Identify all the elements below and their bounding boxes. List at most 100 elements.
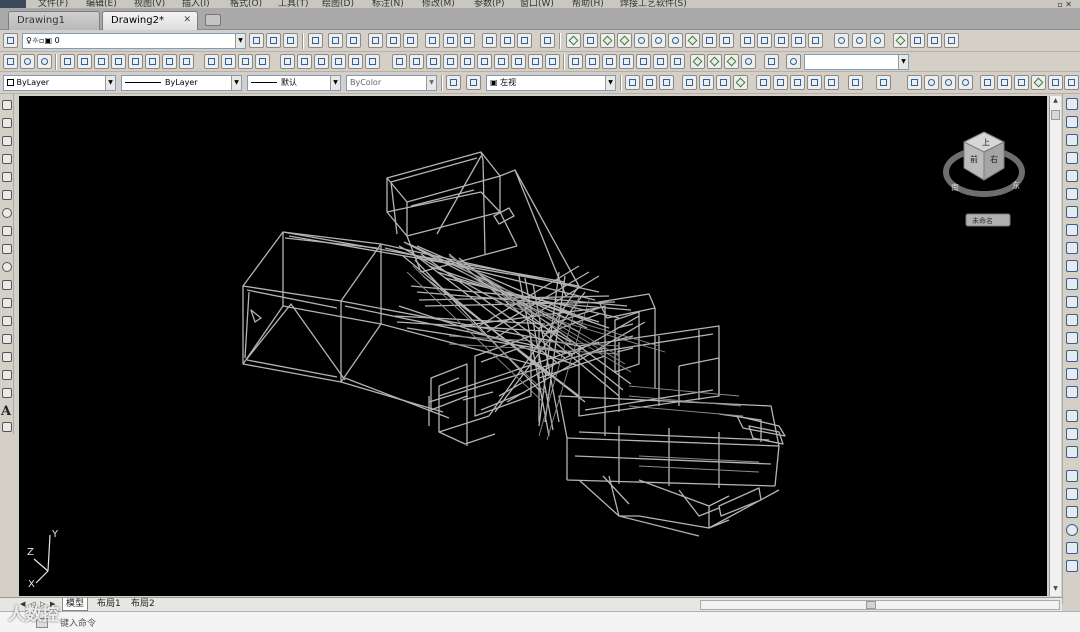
pan-icon[interactable] bbox=[907, 75, 922, 90]
ucs-view-icon[interactable] bbox=[365, 54, 380, 69]
chevron-down-icon[interactable]: ▼ bbox=[231, 76, 241, 90]
plot-icon[interactable] bbox=[682, 75, 697, 90]
view-manager-icon[interactable] bbox=[446, 75, 461, 90]
dim-radius-icon[interactable] bbox=[386, 33, 401, 48]
undo-icon[interactable] bbox=[848, 75, 863, 90]
design-center-icon[interactable] bbox=[997, 75, 1012, 90]
block-editor-icon[interactable] bbox=[824, 75, 839, 90]
menu-edit[interactable]: 编辑(E) bbox=[86, 0, 117, 8]
close-tab-icon[interactable]: ✕ bbox=[183, 15, 191, 25]
render-icon[interactable] bbox=[690, 54, 705, 69]
tab-model[interactable]: 模型 bbox=[62, 598, 89, 611]
fillet-icon[interactable] bbox=[1066, 350, 1078, 362]
dim-angular-icon[interactable] bbox=[425, 33, 440, 48]
delete-face-icon[interactable] bbox=[636, 54, 651, 69]
layer-combo[interactable]: ♀☼▫▣ 0 ▼ bbox=[22, 33, 246, 49]
dim-break-icon[interactable] bbox=[517, 33, 532, 48]
ne-iso-icon[interactable] bbox=[204, 54, 219, 69]
ellipse-icon[interactable] bbox=[2, 262, 12, 272]
cylinder-icon[interactable] bbox=[651, 33, 666, 48]
se-iso-icon[interactable] bbox=[179, 54, 194, 69]
chevron-down-icon[interactable]: ▼ bbox=[426, 76, 436, 90]
copy-icon[interactable] bbox=[773, 75, 788, 90]
orbit-icon[interactable] bbox=[20, 54, 35, 69]
right-view-icon[interactable] bbox=[111, 54, 126, 69]
menu-format[interactable]: 格式(O) bbox=[230, 0, 262, 8]
chevron-down-icon[interactable]: ▼ bbox=[235, 34, 245, 48]
scroll-up-icon[interactable]: ▲ bbox=[1051, 97, 1060, 107]
publish-icon[interactable] bbox=[716, 75, 731, 90]
sheet-set-icon[interactable] bbox=[1031, 75, 1046, 90]
tab-layout1[interactable]: 布局1 bbox=[94, 598, 124, 611]
tolerance-icon[interactable] bbox=[540, 33, 555, 48]
paste-icon[interactable] bbox=[790, 75, 805, 90]
named-view-icon[interactable] bbox=[466, 75, 481, 90]
menu-weld-software[interactable]: 焊接工艺软件(S) bbox=[620, 0, 687, 8]
extrude-face-icon[interactable] bbox=[585, 54, 600, 69]
dim-arc-icon[interactable] bbox=[346, 33, 361, 48]
break-icon[interactable] bbox=[1066, 296, 1078, 308]
taper-face-icon[interactable] bbox=[670, 54, 685, 69]
camera-icon[interactable] bbox=[238, 54, 253, 69]
wedge-icon[interactable] bbox=[600, 33, 615, 48]
dim-quick-icon[interactable] bbox=[443, 33, 458, 48]
ucs-icon[interactable] bbox=[280, 54, 295, 69]
dim-diameter-icon[interactable] bbox=[403, 33, 418, 48]
window-controls[interactable]: _ ▫ ✕ bbox=[1051, 0, 1072, 8]
left-view-icon[interactable] bbox=[94, 54, 109, 69]
polysolid-icon[interactable] bbox=[566, 33, 581, 48]
ucs-y-icon[interactable] bbox=[460, 54, 475, 69]
menu-help[interactable]: 帮助(H) bbox=[572, 0, 604, 8]
layer-previous-icon[interactable] bbox=[266, 33, 281, 48]
color-combo[interactable]: ByLayer ▼ bbox=[3, 75, 116, 91]
linetype-combo[interactable]: ByLayer ▼ bbox=[121, 75, 242, 91]
toolbar-combo[interactable]: ▼ bbox=[804, 54, 909, 70]
array-icon[interactable] bbox=[1066, 170, 1078, 182]
move-face-icon[interactable] bbox=[602, 54, 617, 69]
blend-icon[interactable] bbox=[1066, 368, 1078, 380]
vertical-scrollbar[interactable]: ▲ ▼ bbox=[1049, 96, 1061, 596]
named-views-icon[interactable] bbox=[255, 54, 270, 69]
ucs-previous-icon[interactable] bbox=[314, 54, 329, 69]
hide-icon[interactable] bbox=[1066, 488, 1078, 500]
3d-move-icon[interactable] bbox=[893, 33, 908, 48]
spline-icon[interactable] bbox=[2, 244, 12, 254]
bottom-view-icon[interactable] bbox=[77, 54, 92, 69]
rotate-face-icon[interactable] bbox=[653, 54, 668, 69]
ucs-apply-icon[interactable] bbox=[494, 54, 509, 69]
offset-icon[interactable] bbox=[1066, 152, 1078, 164]
clean-icon[interactable] bbox=[1066, 446, 1078, 458]
realistic-icon[interactable] bbox=[1066, 506, 1078, 518]
free-orbit-icon[interactable] bbox=[37, 54, 52, 69]
menu-window[interactable]: 窗口(W) bbox=[520, 0, 554, 8]
arc-icon[interactable] bbox=[2, 190, 12, 200]
hatch-icon[interactable] bbox=[2, 352, 12, 362]
join-icon[interactable] bbox=[1066, 314, 1078, 326]
tab-drawing2[interactable]: Drawing2* ✕ bbox=[102, 11, 198, 30]
loft-icon[interactable] bbox=[808, 33, 823, 48]
view-cube[interactable]: 上 前 右 南 东 未命名 bbox=[940, 128, 1032, 232]
line-icon[interactable] bbox=[2, 100, 12, 110]
point-icon[interactable] bbox=[2, 334, 12, 344]
render-region-icon[interactable] bbox=[1066, 542, 1078, 554]
sun-icon[interactable] bbox=[741, 54, 756, 69]
plot-preview-icon[interactable] bbox=[699, 75, 714, 90]
3d-rotate-icon[interactable] bbox=[910, 33, 925, 48]
chevron-down-icon[interactable]: ▼ bbox=[605, 76, 615, 90]
solid-history-icon[interactable] bbox=[1066, 410, 1078, 422]
rectangle-icon[interactable] bbox=[2, 172, 12, 182]
dim-aligned-icon[interactable] bbox=[328, 33, 343, 48]
layer-properties-icon[interactable] bbox=[3, 33, 18, 48]
lights-icon[interactable] bbox=[707, 54, 722, 69]
torus-icon[interactable] bbox=[668, 33, 683, 48]
chevron-down-icon[interactable]: ▼ bbox=[330, 76, 340, 90]
offset-face-icon[interactable] bbox=[619, 54, 634, 69]
zoom-search-icon[interactable] bbox=[786, 54, 801, 69]
layer-states-icon[interactable] bbox=[283, 33, 298, 48]
scale-icon[interactable] bbox=[1066, 224, 1078, 236]
revcloud-icon[interactable] bbox=[2, 226, 12, 236]
intersect-icon[interactable] bbox=[870, 33, 885, 48]
chevron-down-icon[interactable]: ▼ bbox=[105, 76, 115, 90]
explode-icon[interactable] bbox=[1066, 386, 1078, 398]
circle-icon[interactable] bbox=[2, 208, 12, 218]
